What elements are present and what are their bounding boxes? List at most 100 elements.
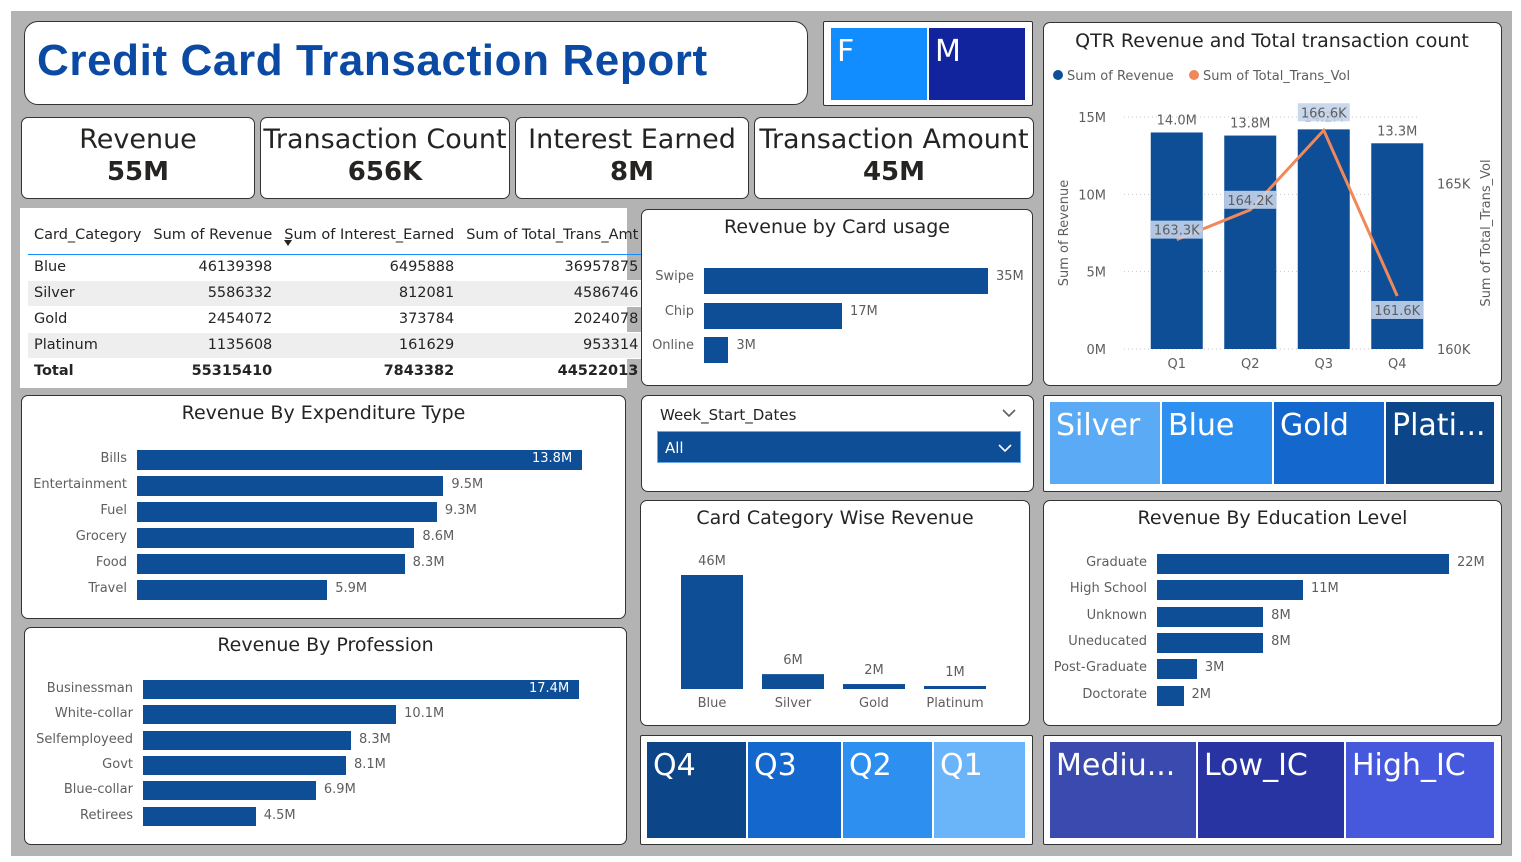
legend-label[interactable]: Sum of Total_Trans_Vol [1203,69,1350,84]
cell: Gold [28,306,148,333]
bar[interactable] [1157,685,1184,706]
legend-label[interactable]: Sum of Revenue [1067,69,1174,84]
bar[interactable] [143,755,346,775]
bar[interactable] [137,502,437,522]
x-tick-label: Q4 [1388,357,1407,372]
revenue-by-expenditure-visual: Revenue By Expenditure Type Bills 13.8M En… [21,395,626,619]
bar[interactable] [704,268,988,294]
bar[interactable] [137,554,405,574]
column-bar[interactable] [762,674,824,689]
bar[interactable] [704,302,842,329]
bar-data-label: 22M [1457,555,1485,570]
bar[interactable] [1157,632,1264,653]
cell: 953314 [460,332,645,359]
bar[interactable] [137,450,582,470]
line-data-label: 166.6K [1301,106,1347,121]
card-tile-blue[interactable]: Blue [1162,402,1272,484]
y-tick-label: 0M [1087,343,1107,358]
report-title: Credit Card Transaction Report [37,36,708,85]
line-data-label: 163.3K [1154,224,1200,239]
kpi-label: Revenue [79,124,197,155]
income-tile-medium[interactable]: Mediu... [1050,742,1196,838]
revenue-bar[interactable] [1150,132,1203,349]
bar-category-label: Businessman [46,681,133,696]
bar-data-label: 6.9M [323,782,356,798]
card-tile-silver[interactable]: Silver [1050,402,1160,484]
x-tick-label: Platinum [926,696,983,711]
bar-data-label: 9.3M [444,503,477,518]
income-tile-high[interactable]: High_IC [1346,742,1494,838]
cell: 4586746 [460,280,645,307]
bar-data-label: 13.8M [1230,117,1270,132]
column-header[interactable]: Sum of Revenue [147,216,279,255]
column-bar[interactable] [843,684,905,689]
bar[interactable] [143,680,579,699]
kpi-label: Transaction Count [263,124,507,155]
bar-data-label: 8M [1271,633,1291,649]
total-row: Total 55315410 7843382 44522013 [28,357,645,384]
cell: 44522013 [460,357,645,384]
dropdown-value: All [665,439,684,457]
week-dropdown[interactable]: All [657,431,1021,463]
bar-category-label: Uneducated [1068,633,1147,649]
bar[interactable] [1157,554,1449,574]
qtr-revenue-combo-chart: QTR Revenue and Total transaction count S… [1043,22,1502,386]
revenue-bar[interactable] [1297,129,1350,349]
bar-data-label: 11M [1311,581,1339,597]
bar[interactable] [137,528,415,548]
gender-tile-f[interactable]: F [831,28,927,100]
quarter-tile-q1[interactable]: Q1 [934,742,1025,838]
slicer-title: Week_Start_Dates [660,406,797,424]
legend-marker [1053,70,1063,80]
column-bar[interactable] [924,686,986,689]
cell: 5586332 [147,280,279,307]
column-bar[interactable] [681,575,743,689]
trans-vol-line[interactable] [1176,127,1399,297]
y-axis-title: Sum of Revenue [1057,180,1072,287]
bar[interactable] [704,337,729,363]
table-row[interactable]: Silver 5586332 812081 4586746 [28,280,645,307]
bar-category-label: Food [95,555,127,570]
card-tile-platinum[interactable]: Plati... [1386,402,1494,484]
bar[interactable] [143,705,397,725]
bar[interactable] [137,476,444,496]
bar[interactable] [1157,659,1197,680]
bar-category-label: Grocery [75,529,127,544]
kpi-label: Interest Earned [528,124,736,155]
card-category-revenue-visual: Card Category Wise Revenue 46M Blue 6M Silv… [640,500,1030,726]
revenue-by-education-visual: Revenue By Education Level Graduate 22M Hi… [1043,500,1502,726]
kpi-label: Transaction Amount [759,124,1029,155]
cell: 161629 [278,332,461,359]
column-header[interactable]: Sum of Total_Trans_Amt [460,216,645,255]
y-tick-label: 5M [1087,266,1107,281]
bar[interactable] [1157,606,1264,627]
cell: 46139398 [147,254,279,281]
bar[interactable] [1157,580,1303,601]
revenue-bar[interactable] [1224,135,1277,349]
income-tile-low[interactable]: Low_IC [1198,742,1344,838]
table-row[interactable]: Platinum 1135608 161629 953314 [28,332,645,359]
column-header-sorted[interactable]: Sum of Interest_Earned [278,216,461,255]
visual-title: Revenue by Card usage [724,216,950,238]
bar[interactable] [137,580,328,600]
bar[interactable] [143,781,316,801]
quarter-tile-q4[interactable]: Q4 [647,742,746,838]
quarter-tile-q2[interactable]: Q2 [843,742,932,838]
cell: Silver [28,280,148,307]
table-row[interactable]: Blue 46139398 6495888 36957875 [28,254,645,281]
column-header[interactable]: Card_Category [28,216,148,255]
visual-title: Revenue By Profession [217,634,434,656]
bar[interactable] [143,730,351,750]
cell: 36957875 [460,254,645,281]
card-tile-gold[interactable]: Gold [1274,402,1384,484]
gender-tile-m[interactable]: M [929,28,1025,100]
bar[interactable] [143,806,256,826]
report-title-card: Credit Card Transaction Report [24,21,808,105]
week-start-dates-slicer: Week_Start_Dates All [641,395,1034,492]
visual-title: Revenue By Education Level [1137,507,1408,529]
chevron-down-icon[interactable] [1002,408,1016,418]
x-tick-label: Q2 [1241,357,1260,372]
cell: 812081 [278,280,461,307]
table-row[interactable]: Gold 2454072 373784 2024078 [28,306,645,333]
quarter-tile-q3[interactable]: Q3 [748,742,841,838]
